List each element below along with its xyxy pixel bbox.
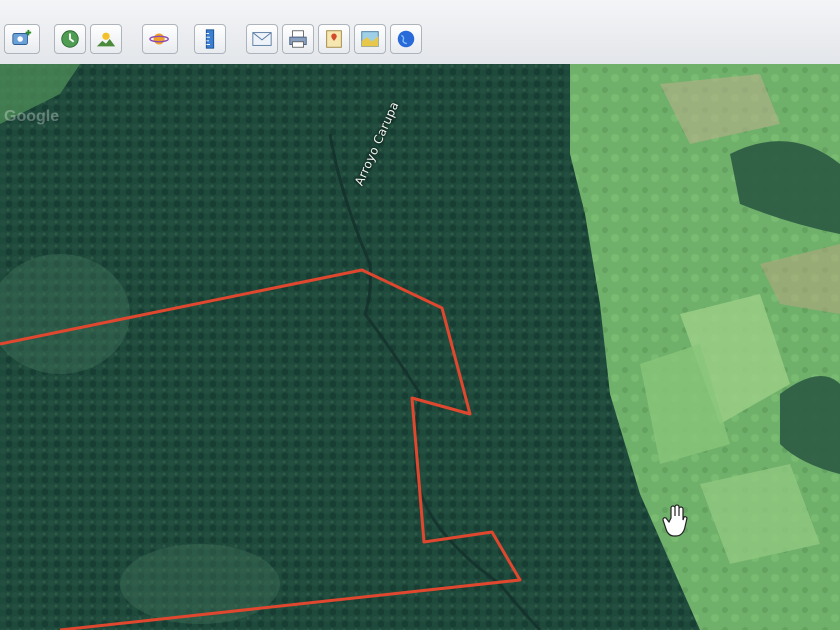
terrain-imagery [0,64,840,630]
toolbar-group-4 [194,24,226,56]
toolbar-group-2 [54,24,122,56]
add-placemark-button[interactable] [4,24,40,54]
printer-icon [289,30,307,48]
ruler-icon [205,29,215,49]
toolbar-group-3 [142,24,178,56]
sun-landscape-icon [96,32,116,47]
planet-icon [149,33,169,45]
placemark-add-icon [12,29,32,45]
envelope-icon [252,32,272,46]
toolbar-group-1 [4,24,40,56]
clock-globe-icon [61,30,79,48]
toolbar-group-5 [246,24,422,56]
planet-button[interactable] [142,24,178,54]
toolbar [0,0,840,65]
forest-patch-bottom [120,544,280,624]
map-watermark: Google [4,108,60,125]
view-maps-button[interactable] [354,24,386,54]
map-icon [361,31,379,47]
globe-icon [397,30,415,48]
satellite-map[interactable]: Google Arroyo Carupa [0,64,840,630]
print-button[interactable] [282,24,314,54]
image-save-icon [326,30,342,48]
save-image-button[interactable] [318,24,350,54]
ruler-button[interactable] [194,24,226,54]
earth-button[interactable] [390,24,422,54]
email-button[interactable] [246,24,278,54]
sunlight-button[interactable] [90,24,122,54]
hand-cursor-icon [662,504,688,537]
history-button[interactable] [54,24,86,54]
